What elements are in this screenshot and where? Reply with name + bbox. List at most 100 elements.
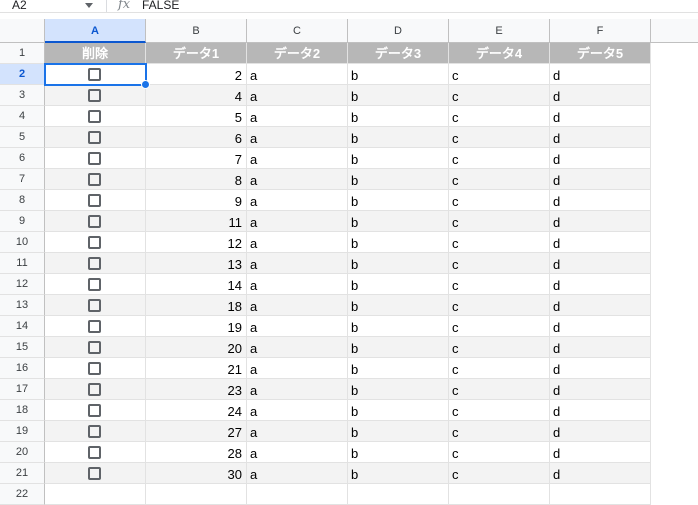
delete-checkbox[interactable] [88,278,101,291]
cell-d6[interactable]: b [348,148,449,169]
cell-f10[interactable]: d [550,232,651,253]
cell-b18[interactable]: 24 [146,400,247,421]
row-header-20[interactable]: 20 [0,442,45,463]
cell-b8[interactable]: 9 [146,190,247,211]
cell-d21[interactable]: b [348,463,449,484]
column-title-cell[interactable]: データ4 [449,43,550,64]
cell-f13[interactable]: d [550,295,651,316]
cell-b21[interactable]: 30 [146,463,247,484]
delete-checkbox-cell[interactable] [45,337,146,358]
row-header-4[interactable]: 4 [0,106,45,127]
cell-d20[interactable]: b [348,442,449,463]
cell-e5[interactable]: c [449,127,550,148]
cell-e7[interactable]: c [449,169,550,190]
cell-b19[interactable]: 27 [146,421,247,442]
cell-d18[interactable]: b [348,400,449,421]
cell-e4[interactable]: c [449,106,550,127]
cell-e3[interactable]: c [449,85,550,106]
row-header-5[interactable]: 5 [0,127,45,148]
delete-checkbox[interactable] [88,89,101,102]
row-header-17[interactable]: 17 [0,379,45,400]
cell-e8[interactable]: c [449,190,550,211]
cell-b15[interactable]: 20 [146,337,247,358]
delete-checkbox[interactable] [88,173,101,186]
select-all-corner[interactable] [0,19,45,43]
cell-c15[interactable]: a [247,337,348,358]
row-header-7[interactable]: 7 [0,169,45,190]
row-header-8[interactable]: 8 [0,190,45,211]
cell-c7[interactable]: a [247,169,348,190]
column-header-b[interactable]: B [146,19,247,43]
cell-b3[interactable]: 4 [146,85,247,106]
cell-d3[interactable]: b [348,85,449,106]
cell-c8[interactable]: a [247,190,348,211]
column-title-cell[interactable]: データ5 [550,43,651,64]
column-header-e[interactable]: E [449,19,550,43]
delete-checkbox[interactable] [88,404,101,417]
cell-e9[interactable]: c [449,211,550,232]
column-header-g[interactable] [651,19,698,43]
cell-f15[interactable]: d [550,337,651,358]
cell-d13[interactable]: b [348,295,449,316]
delete-checkbox-cell[interactable] [45,358,146,379]
cell-f11[interactable]: d [550,253,651,274]
cell-f19[interactable]: d [550,421,651,442]
cell-d9[interactable]: b [348,211,449,232]
row-header-16[interactable]: 16 [0,358,45,379]
row-header-15[interactable]: 15 [0,337,45,358]
cell-f16[interactable]: d [550,358,651,379]
row-header-19[interactable]: 19 [0,421,45,442]
cell-d19[interactable]: b [348,421,449,442]
delete-checkbox[interactable] [88,68,101,81]
delete-checkbox-cell[interactable] [45,169,146,190]
row-header-9[interactable]: 9 [0,211,45,232]
row-header-1[interactable]: 1 [0,43,45,64]
cell-e13[interactable]: c [449,295,550,316]
cell-c12[interactable]: a [247,274,348,295]
fill-handle[interactable] [141,80,150,89]
row-header-14[interactable]: 14 [0,316,45,337]
column-header-a[interactable]: A [45,19,146,43]
cell-f20[interactable]: d [550,442,651,463]
cell-d17[interactable]: b [348,379,449,400]
column-title-cell[interactable]: データ1 [146,43,247,64]
column-header-f[interactable]: F [550,19,651,43]
cell-f2[interactable]: d [550,64,651,85]
row-header-12[interactable]: 12 [0,274,45,295]
cell-d15[interactable]: b [348,337,449,358]
cell-d16[interactable]: b [348,358,449,379]
delete-checkbox[interactable] [88,383,101,396]
cell-c16[interactable]: a [247,358,348,379]
delete-checkbox[interactable] [88,467,101,480]
delete-checkbox[interactable] [88,194,101,207]
delete-checkbox[interactable] [88,320,101,333]
delete-checkbox[interactable] [88,152,101,165]
cell-c20[interactable]: a [247,442,348,463]
cell-d10[interactable]: b [348,232,449,253]
cell-b4[interactable]: 5 [146,106,247,127]
cell-c4[interactable]: a [247,106,348,127]
cell-e17[interactable]: c [449,379,550,400]
cell-b6[interactable]: 7 [146,148,247,169]
delete-checkbox-cell[interactable] [45,127,146,148]
cell-b14[interactable]: 19 [146,316,247,337]
cell-e18[interactable]: c [449,400,550,421]
row-header-6[interactable]: 6 [0,148,45,169]
cell-e14[interactable]: c [449,316,550,337]
cell-f7[interactable]: d [550,169,651,190]
cell-e10[interactable]: c [449,232,550,253]
row-header-11[interactable]: 11 [0,253,45,274]
cell-f3[interactable]: d [550,85,651,106]
cell-b7[interactable]: 8 [146,169,247,190]
row-header-2[interactable]: 2 [0,64,45,85]
cell-e21[interactable]: c [449,463,550,484]
delete-checkbox[interactable] [88,236,101,249]
delete-checkbox-cell[interactable] [45,85,146,106]
delete-checkbox-cell[interactable] [45,274,146,295]
cell-d11[interactable]: b [348,253,449,274]
cell-f6[interactable]: d [550,148,651,169]
row-header-3[interactable]: 3 [0,85,45,106]
column-title-cell[interactable]: データ2 [247,43,348,64]
delete-checkbox[interactable] [88,110,101,123]
cell-f4[interactable]: d [550,106,651,127]
